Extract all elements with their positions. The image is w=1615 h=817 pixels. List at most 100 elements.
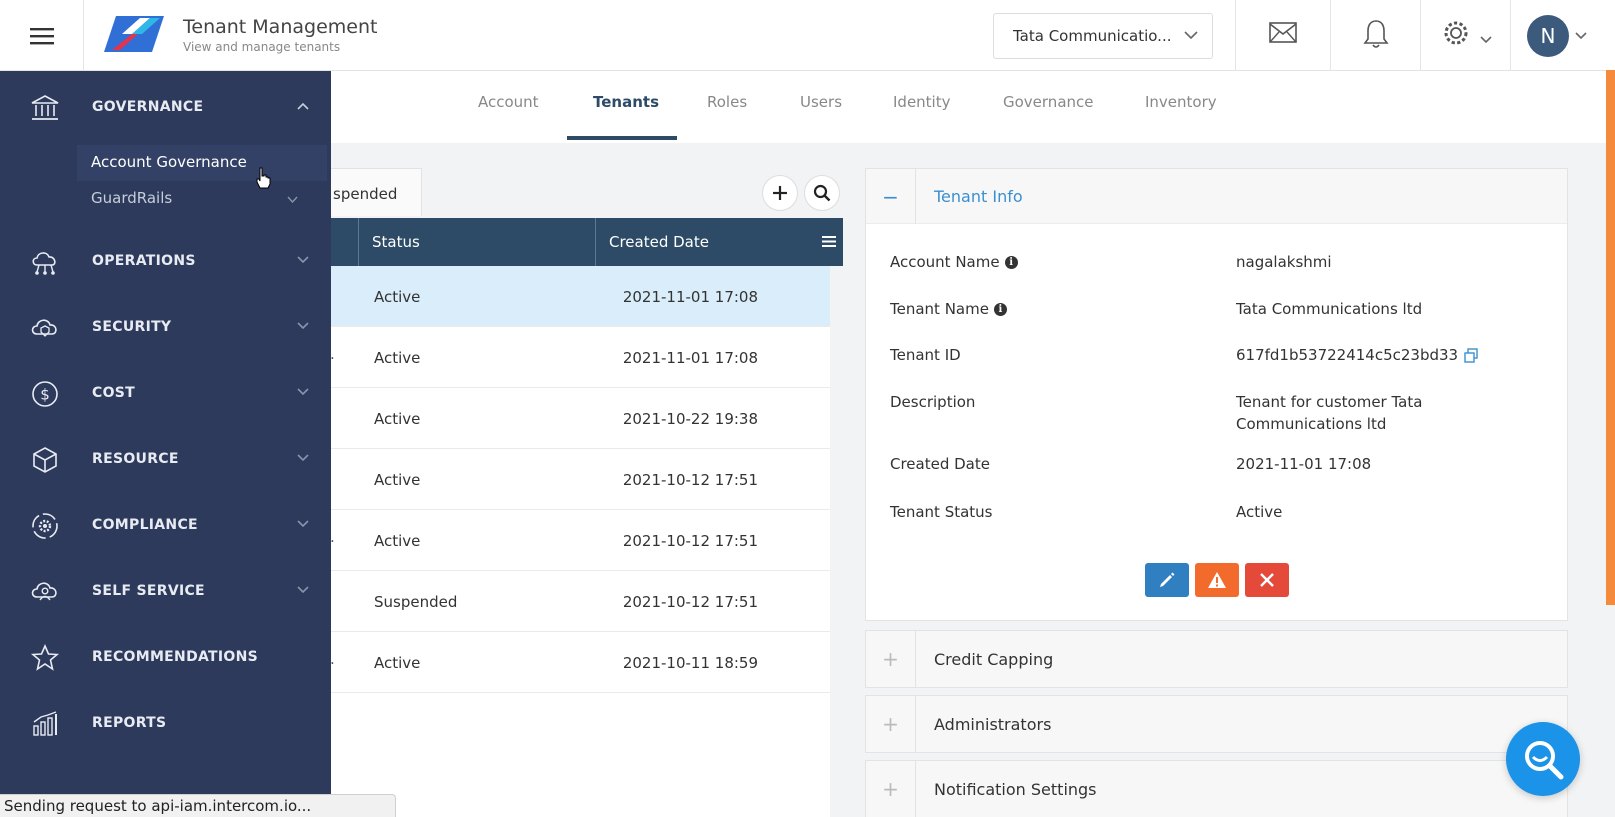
tenant-info-panel: − Tenant Info Account Name i nagalakshmi… bbox=[865, 168, 1568, 621]
row-created-date: 2021-10-12 17:51 bbox=[622, 593, 758, 611]
cloud-shield-icon bbox=[31, 319, 57, 337]
expand-icon[interactable]: + bbox=[866, 696, 916, 752]
tab-roles[interactable]: Roles bbox=[707, 93, 747, 111]
cube-icon bbox=[33, 447, 57, 473]
chevron-down-icon[interactable] bbox=[1575, 31, 1587, 40]
table-row[interactable]: Active 2021-11-01 17:08 bbox=[320, 266, 830, 327]
tenant-name-label: Tenant Name i bbox=[890, 300, 1007, 318]
search-icon bbox=[813, 184, 831, 202]
chevron-down-icon bbox=[297, 388, 309, 396]
help-search-button[interactable] bbox=[1506, 722, 1580, 796]
scrollbar[interactable] bbox=[1606, 70, 1615, 605]
search-button[interactable] bbox=[804, 175, 840, 211]
bell-icon bbox=[1363, 20, 1389, 48]
tab-users[interactable]: Users bbox=[800, 93, 842, 111]
avatar[interactable]: N bbox=[1527, 15, 1569, 57]
sidebar-item-label: GOVERNANCE bbox=[92, 99, 204, 115]
sidebar-item-cost[interactable]: $ COST bbox=[0, 369, 331, 419]
column-header-status[interactable]: Status bbox=[372, 233, 420, 251]
sidebar-item-reports[interactable]: REPORTS bbox=[0, 699, 331, 749]
add-tenant-button[interactable] bbox=[762, 175, 798, 211]
header-divider bbox=[1235, 0, 1236, 71]
row-created-date: 2021-10-11 18:59 bbox=[622, 654, 758, 672]
sidebar-item-resource[interactable]: RESOURCE bbox=[0, 435, 331, 485]
sidebar-item-security[interactable]: SECURITY bbox=[0, 303, 331, 353]
column-header-created-date[interactable]: Created Date bbox=[609, 233, 709, 251]
credit-capping-title: Credit Capping bbox=[934, 650, 1054, 669]
row-status: Active bbox=[374, 654, 421, 672]
notifications-button[interactable] bbox=[1362, 18, 1390, 50]
tenant-info-header[interactable]: − Tenant Info bbox=[866, 169, 1567, 224]
tab-identity[interactable]: Identity bbox=[893, 93, 951, 111]
table-row[interactable]: Active 2021-10-12 17:51 bbox=[320, 449, 830, 510]
settings-button[interactable] bbox=[1443, 20, 1493, 50]
browser-status-bar: Sending request to api-iam.intercom.io..… bbox=[0, 794, 396, 817]
tenant-id-value: 617fd1b53722414c5c23bd33 bbox=[1236, 346, 1459, 364]
star-icon bbox=[30, 644, 60, 671]
sidebar-item-label: REPORTS bbox=[92, 715, 167, 731]
plus-icon bbox=[773, 186, 787, 200]
info-icon[interactable]: i bbox=[1004, 255, 1018, 269]
collapse-icon[interactable]: − bbox=[866, 169, 916, 224]
row-created-date: 2021-10-12 17:51 bbox=[622, 532, 758, 550]
suspend-button[interactable] bbox=[1195, 563, 1239, 597]
sidebar-item-operations[interactable]: OPERATIONS bbox=[0, 237, 331, 287]
tab-inventory[interactable]: Inventory bbox=[1145, 93, 1217, 111]
sidebar-item-compliance[interactable]: COMPLIANCE bbox=[0, 501, 331, 551]
table-row[interactable]: . Active 2021-11-01 17:08 bbox=[320, 327, 830, 388]
field-label: Description bbox=[890, 393, 976, 411]
delete-button[interactable] bbox=[1245, 563, 1289, 597]
column-divider bbox=[358, 218, 359, 266]
menu-button[interactable] bbox=[0, 0, 84, 71]
mail-button[interactable] bbox=[1268, 18, 1298, 48]
pencil-icon bbox=[1160, 572, 1175, 587]
notification-settings-title: Notification Settings bbox=[934, 780, 1097, 799]
self-service-icon bbox=[31, 582, 57, 601]
table-row[interactable]: Suspended 2021-10-12 17:51 bbox=[320, 571, 830, 632]
column-menu-icon[interactable] bbox=[822, 235, 836, 248]
sidebar-item-label: OPERATIONS bbox=[92, 253, 196, 269]
tab-governance[interactable]: Governance bbox=[1003, 93, 1094, 111]
row-status: Suspended bbox=[374, 593, 458, 611]
chevron-down-icon bbox=[1184, 31, 1198, 40]
credit-capping-panel[interactable]: + Credit Capping bbox=[865, 630, 1568, 688]
header-divider bbox=[1510, 0, 1511, 71]
tab-tenants[interactable]: Tenants bbox=[593, 93, 659, 111]
compliance-gear-icon bbox=[32, 513, 58, 539]
expand-icon[interactable]: + bbox=[866, 631, 916, 687]
info-icon[interactable]: i bbox=[993, 302, 1007, 316]
table-row[interactable]: . Active 2021-10-11 18:59 bbox=[320, 632, 830, 693]
sidebar-subitem-account-governance[interactable]: Account Governance bbox=[77, 145, 327, 181]
row-created-date: 2021-11-01 17:08 bbox=[622, 349, 758, 367]
sidebar-item-recommendations[interactable]: RECOMMENDATIONS bbox=[0, 633, 331, 683]
table-row[interactable]: Active 2021-10-22 19:38 bbox=[320, 388, 830, 449]
filter-tab-suspended[interactable]: spended bbox=[320, 168, 422, 216]
tenant-selector[interactable]: Tata Communicatio... bbox=[993, 13, 1213, 59]
app-logo[interactable] bbox=[102, 14, 168, 54]
field-label: Created Date bbox=[890, 455, 990, 473]
dollar-icon: $ bbox=[32, 381, 58, 407]
tenant-name-value: Tata Communications ltd bbox=[1236, 300, 1423, 318]
copy-icon[interactable] bbox=[1464, 347, 1479, 363]
edit-button[interactable] bbox=[1145, 563, 1189, 597]
sidebar-item-self-service[interactable]: SELF SERVICE bbox=[0, 567, 331, 617]
sidebar-subitem-label: GuardRails bbox=[91, 189, 173, 207]
chevron-up-icon bbox=[297, 102, 309, 110]
row-created-date: 2021-10-12 17:51 bbox=[622, 471, 758, 489]
table-row[interactable]: . Active 2021-10-12 17:51 bbox=[320, 510, 830, 571]
sidebar-item-label: COST bbox=[92, 385, 136, 401]
tab-account[interactable]: Account bbox=[478, 93, 539, 111]
administrators-panel[interactable]: + Administrators bbox=[865, 695, 1568, 753]
chevron-down-icon bbox=[297, 520, 309, 528]
sidebar-item-governance[interactable]: GOVERNANCE bbox=[0, 83, 331, 133]
tenant-id-value-wrap: 617fd1b53722414c5c23bd33 bbox=[1236, 344, 1536, 366]
sidebar-item-label: RESOURCE bbox=[92, 451, 179, 467]
expand-icon[interactable]: + bbox=[866, 761, 916, 817]
tenant-status-label: Tenant Status bbox=[890, 503, 993, 521]
tenant-status-value: Active bbox=[1236, 503, 1283, 521]
description-label: Description bbox=[890, 393, 975, 411]
field-label: Tenant Status bbox=[890, 503, 993, 521]
notification-settings-panel[interactable]: + Notification Settings bbox=[865, 760, 1568, 817]
sidebar-subitem-guardrails[interactable]: GuardRails bbox=[77, 181, 327, 217]
row-status: Active bbox=[374, 471, 421, 489]
